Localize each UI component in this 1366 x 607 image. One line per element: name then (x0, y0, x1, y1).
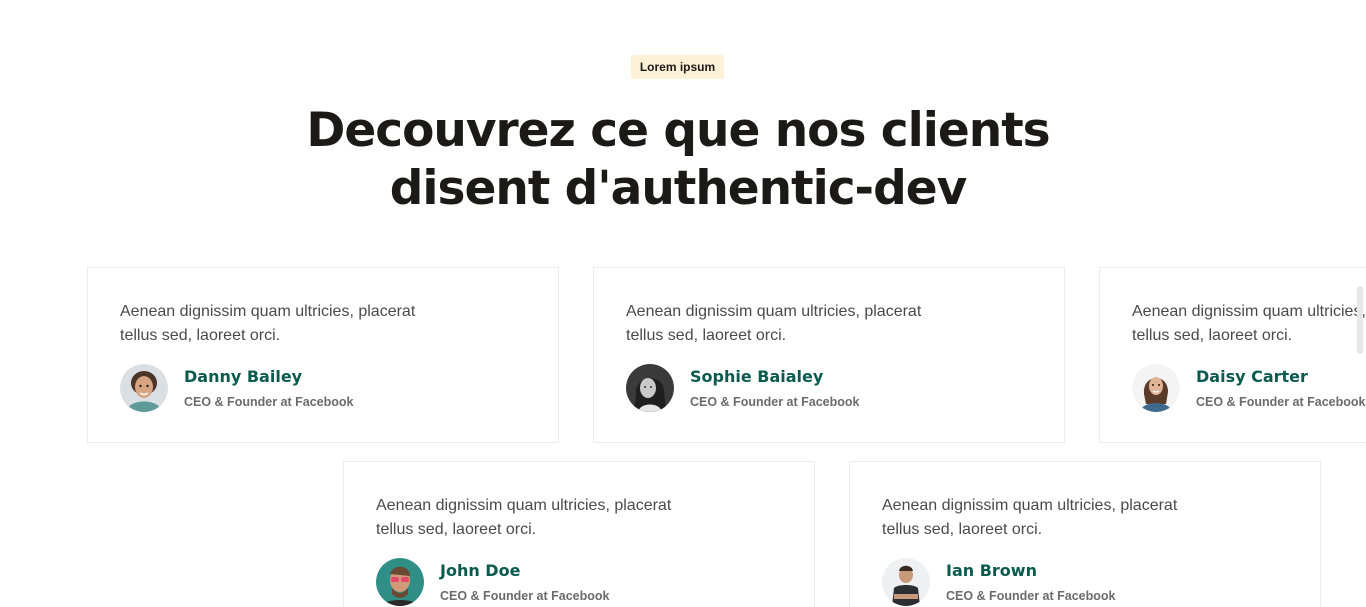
testimonial-card: Aenean dignissim quam ultricies, placera… (849, 461, 1321, 607)
testimonial-role: CEO & Founder at Facebook (946, 589, 1116, 603)
heading-line-1: Decouvrez ce que nos clients (306, 103, 1050, 158)
testimonial-card: Aenean dignissim quam ultricies, placera… (593, 267, 1065, 443)
avatar (376, 558, 424, 606)
testimonial-quote: Aenean dignissim quam ultricies, placera… (882, 497, 1178, 538)
scrollbar-thumb[interactable] (1357, 286, 1363, 354)
testimonial-quote: Aenean dignissim quam ultricies, placera… (1132, 303, 1366, 344)
testimonial-role: CEO & Founder at Facebook (1196, 395, 1366, 409)
testimonial-card: Aenean dignissim quam ultricies, placera… (1099, 267, 1366, 443)
testimonial-quote: Aenean dignissim quam ultricies, placera… (626, 303, 922, 344)
avatar (1132, 364, 1180, 412)
testimonial-role: CEO & Founder at Facebook (690, 395, 860, 409)
heading-line-2: disent d'authentic-dev (389, 161, 967, 216)
testimonial-name: Ian Brown (946, 561, 1037, 580)
testimonial-quote: Aenean dignissim quam ultricies, placera… (376, 497, 672, 538)
avatar (120, 364, 168, 412)
testimonial-name: Sophie Baialey (690, 367, 824, 386)
avatar (882, 558, 930, 606)
testimonial-name: John Doe (440, 561, 521, 580)
section-badge: Lorem ipsum (631, 55, 724, 79)
testimonial-name: Daisy Carter (1196, 367, 1308, 386)
avatar (626, 364, 674, 412)
section-heading: Decouvrez ce que nos clients disent d'au… (283, 102, 1073, 218)
testimonials-section: Lorem ipsum Decouvrez ce que nos clients… (0, 0, 1366, 607)
testimonial-card: Aenean dignissim quam ultricies, placera… (87, 267, 559, 443)
testimonial-role: CEO & Founder at Facebook (440, 589, 610, 603)
testimonial-name: Danny Bailey (184, 367, 303, 386)
testimonial-card: Aenean dignissim quam ultricies, placera… (343, 461, 815, 607)
testimonial-role: CEO & Founder at Facebook (184, 395, 354, 409)
testimonial-quote: Aenean dignissim quam ultricies, placera… (120, 303, 416, 344)
